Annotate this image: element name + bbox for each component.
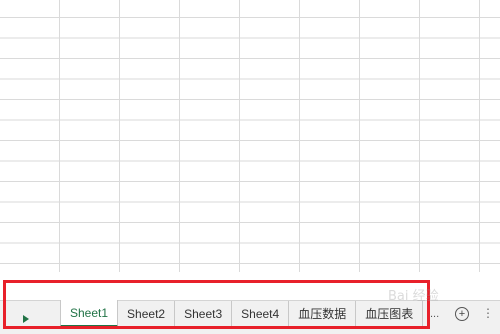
sheet-tab-bar: Sheet1 Sheet2 Sheet3 Sheet4 血压数据 血压图表 ..… (0, 300, 500, 334)
tab-blood-pressure-data[interactable]: 血压数据 (289, 301, 357, 327)
tab-sheet2[interactable]: Sheet2 (118, 301, 176, 327)
tab-sheet1[interactable]: Sheet1 (60, 300, 119, 327)
vertical-dots-icon[interactable]: ⋮ (482, 306, 494, 320)
tab-sheet3[interactable]: Sheet3 (175, 301, 233, 327)
spreadsheet-grid[interactable] (0, 0, 500, 272)
tab-overflow-button[interactable]: ... (430, 308, 439, 320)
add-sheet-button[interactable]: + (455, 307, 469, 321)
tab-blood-pressure-chart[interactable]: 血压图表 (356, 301, 424, 327)
scroll-tabs-right-button[interactable] (18, 311, 34, 327)
sheet-tabs: Sheet1 Sheet2 Sheet3 Sheet4 血压数据 血压图表 (60, 300, 424, 327)
plus-circle-icon: + (458, 307, 466, 320)
tab-sheet4[interactable]: Sheet4 (232, 301, 290, 327)
triangle-right-icon (23, 315, 29, 323)
